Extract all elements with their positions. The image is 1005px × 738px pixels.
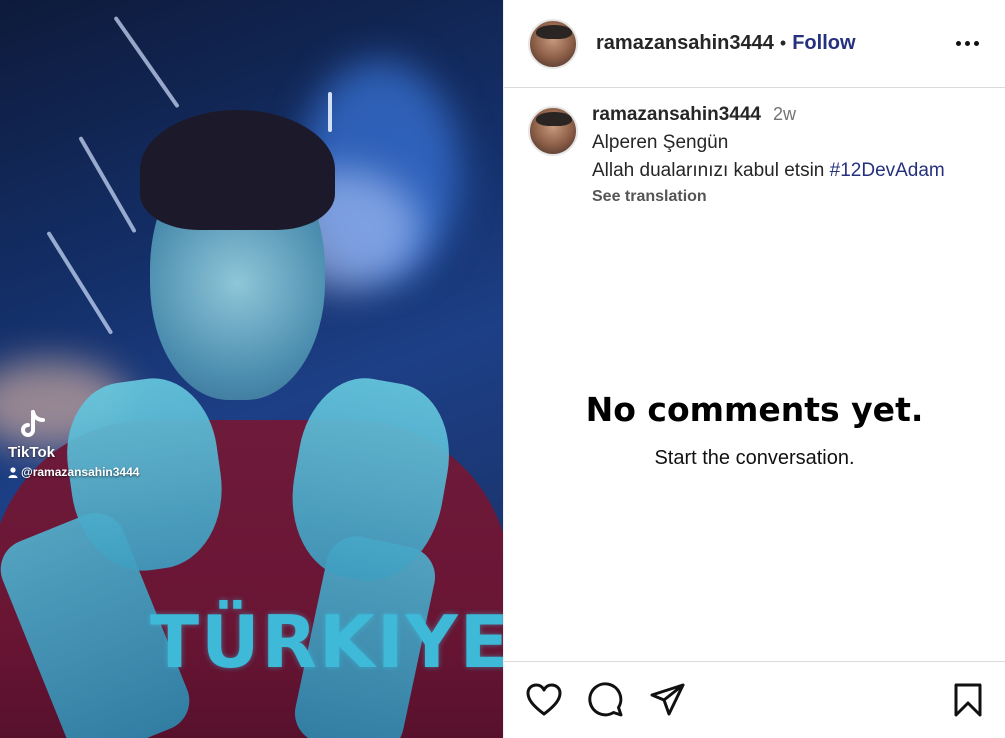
- comments-empty-state: No comments yet. Start the conversation.: [504, 390, 1005, 470]
- post-side-panel: ramazansahin3444 • Follow ramazansahin34…: [503, 0, 1005, 738]
- heart-icon[interactable]: [526, 683, 562, 717]
- avatar[interactable]: [528, 106, 578, 156]
- avatar[interactable]: [528, 18, 578, 69]
- light-beam: [46, 230, 114, 335]
- caption-line-2: Allah dualarınızı kabul etsin #12DevAdam: [592, 160, 945, 182]
- post-header: ramazansahin3444 • Follow: [504, 0, 1005, 88]
- follow-button[interactable]: Follow: [792, 32, 855, 55]
- post-media[interactable]: TÜRKIYE TikTok @ramazansahin3444: [0, 0, 503, 738]
- caption-body: ramazansahin3444 2w Alperen Şengün Allah…: [592, 104, 945, 206]
- bookmark-icon[interactable]: [953, 683, 983, 717]
- light-beam: [78, 136, 137, 234]
- separator-dot: •: [779, 33, 787, 53]
- tiktok-handle: @ramazansahin3444: [8, 465, 139, 479]
- tiktok-logo-icon: [16, 408, 50, 442]
- user-icon: [8, 466, 18, 478]
- tiktok-watermark: TikTok @ramazansahin3444: [8, 408, 139, 479]
- username-link[interactable]: ramazansahin3444: [596, 32, 774, 55]
- caption-username-link[interactable]: ramazansahin3444: [592, 104, 761, 126]
- post-timestamp[interactable]: 2w: [773, 104, 796, 125]
- jersey-text: TÜRKIYE: [150, 600, 503, 684]
- player-hair: [140, 110, 335, 230]
- caption-line-1: Alperen Şengün: [592, 132, 729, 153]
- more-options-icon[interactable]: [950, 35, 985, 52]
- light-beam: [328, 92, 332, 132]
- see-translation-button[interactable]: See translation: [592, 188, 945, 206]
- tiktok-brand-label: TikTok: [8, 444, 55, 461]
- light-beam: [113, 15, 180, 109]
- tiktok-handle-text: @ramazansahin3444: [21, 465, 140, 479]
- share-icon[interactable]: [650, 683, 686, 717]
- hashtag-link[interactable]: #12DevAdam: [830, 160, 945, 181]
- post-action-bar: [504, 661, 1005, 738]
- post-caption: ramazansahin3444 2w Alperen Şengün Allah…: [504, 88, 1005, 206]
- empty-subtitle: Start the conversation.: [654, 447, 855, 469]
- instagram-post-modal: TÜRKIYE TikTok @ramazansahin3444 ramazan…: [0, 0, 1005, 738]
- comment-icon[interactable]: [588, 682, 624, 718]
- empty-title: No comments yet.: [585, 390, 924, 429]
- caption-text: Allah dualarınızı kabul etsin: [592, 160, 830, 181]
